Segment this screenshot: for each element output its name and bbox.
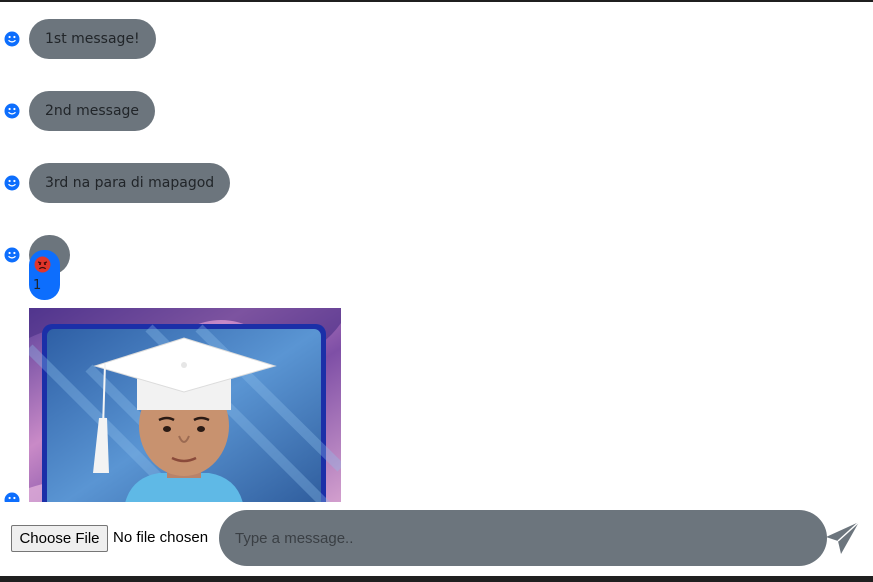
choose-file-button[interactable]: Choose File [11, 525, 108, 552]
message-composer: Choose File No file chosen [0, 502, 873, 576]
reaction-badge[interactable]: 1 [29, 250, 60, 300]
smiley-avatar-icon [4, 492, 20, 502]
message-bubble[interactable]: 2nd message [29, 91, 156, 131]
message-input[interactable] [219, 510, 827, 566]
chat-app: 1st message! 2nd message 3rd na para di … [0, 0, 873, 582]
reaction-count: 1 [33, 278, 42, 293]
send-icon[interactable] [824, 520, 862, 556]
smiley-avatar-icon [4, 103, 20, 119]
smiley-avatar-icon [4, 175, 20, 191]
smiley-avatar-icon [4, 31, 20, 47]
smiley-avatar-icon [4, 247, 20, 263]
message-bubble[interactable]: 3rd na para di mapagod [29, 163, 231, 203]
file-status-text: No file chosen [113, 529, 209, 546]
bottom-border [0, 576, 873, 582]
message-list[interactable]: 1st message! 2nd message 3rd na para di … [0, 2, 873, 502]
graduation-photo[interactable] [29, 308, 341, 502]
angry-face-icon [34, 256, 51, 273]
message-bubble[interactable]: 1st message! [29, 19, 156, 59]
